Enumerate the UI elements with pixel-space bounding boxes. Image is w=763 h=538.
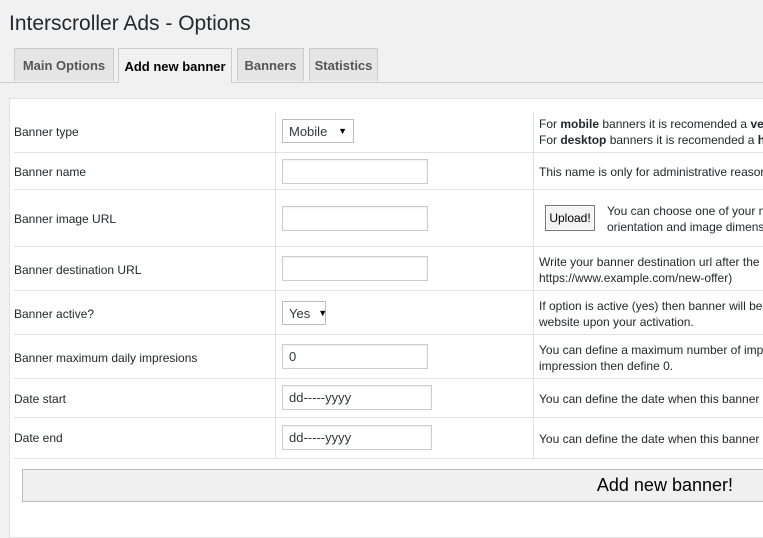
banner-name-help: This name is only for administrative rea… xyxy=(539,165,763,179)
banner-type-label: Banner type xyxy=(14,125,79,139)
tab-add-new-banner[interactable]: Add new banner xyxy=(118,48,232,83)
date-start-input[interactable] xyxy=(282,385,432,410)
row-banner-name: Banner name This name is only for admini… xyxy=(14,153,763,189)
banner-image-url-help: You can choose one of your m orientation… xyxy=(607,204,763,234)
row-divider xyxy=(14,458,763,459)
date-end-help: You can define the date when this banner… xyxy=(539,432,763,446)
tab-divider xyxy=(0,82,763,83)
banner-active-help: If option is active (yes) then banner wi… xyxy=(539,299,763,329)
banner-active-value: Yes xyxy=(289,305,311,321)
banner-active-select[interactable]: Yes ▼ xyxy=(282,301,328,325)
banner-max-daily-label: Banner maximum daily impresions xyxy=(14,351,198,365)
banner-max-daily-input[interactable] xyxy=(282,344,428,369)
date-end-label: Date end xyxy=(14,431,63,445)
banner-active-label: Banner active? xyxy=(14,307,95,321)
date-start-help: You can define the date when this banner… xyxy=(539,392,763,406)
date-start-label: Date start xyxy=(14,392,67,406)
banner-name-label: Banner name xyxy=(14,165,87,179)
banner-image-url-label: Banner image URL xyxy=(14,212,117,226)
add-new-banner-button[interactable]: Add new banner! xyxy=(22,469,763,502)
row-banner-image-url: Banner image URL Upload! You can choose … xyxy=(14,190,763,246)
tab-statistics[interactable]: Statistics xyxy=(309,48,378,81)
banner-type-select[interactable]: Mobile ▼ xyxy=(282,119,354,143)
banner-destination-url-label: Banner destination URL xyxy=(14,263,142,277)
page-title: Interscroller Ads - Options xyxy=(9,12,251,35)
row-banner-destination-url: Banner destination URL Write your banner… xyxy=(14,247,763,290)
tab-main-options[interactable]: Main Options xyxy=(14,48,114,81)
row-date-start: Date start You can define the date when … xyxy=(14,379,763,417)
banner-destination-url-help: Write your banner destination url after … xyxy=(539,255,763,285)
banner-image-url-input[interactable] xyxy=(282,206,428,231)
row-date-end: Date end You can define the date when th… xyxy=(14,418,763,458)
banner-type-help: For mobile banners it is recomended a ve… xyxy=(539,117,763,147)
row-banner-type: Banner type Mobile ▼ For mobile banners … xyxy=(14,112,763,152)
chevron-down-icon: ▼ xyxy=(318,308,328,318)
row-banner-max-daily: Banner maximum daily impresions You can … xyxy=(14,335,763,378)
banner-type-value: Mobile xyxy=(289,123,328,139)
banner-name-input[interactable] xyxy=(282,159,428,184)
banner-max-daily-help: You can define a maximum number of impre… xyxy=(539,343,763,373)
row-banner-active: Banner active? Yes ▼ If option is active… xyxy=(14,291,763,334)
chevron-down-icon: ▼ xyxy=(338,126,347,136)
banner-destination-url-input[interactable] xyxy=(282,256,428,281)
date-end-input[interactable] xyxy=(282,425,432,450)
tab-banners[interactable]: Banners xyxy=(237,48,304,81)
upload-button[interactable]: Upload! xyxy=(545,205,595,231)
